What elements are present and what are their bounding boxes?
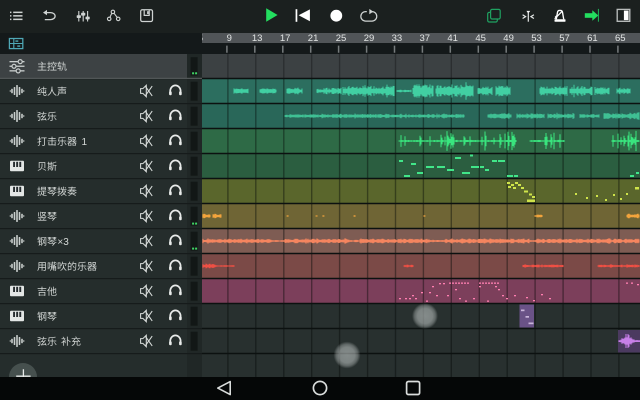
svg-text:1: 1 [81,137,87,148]
svg-text:×3: ×3 [57,237,69,248]
